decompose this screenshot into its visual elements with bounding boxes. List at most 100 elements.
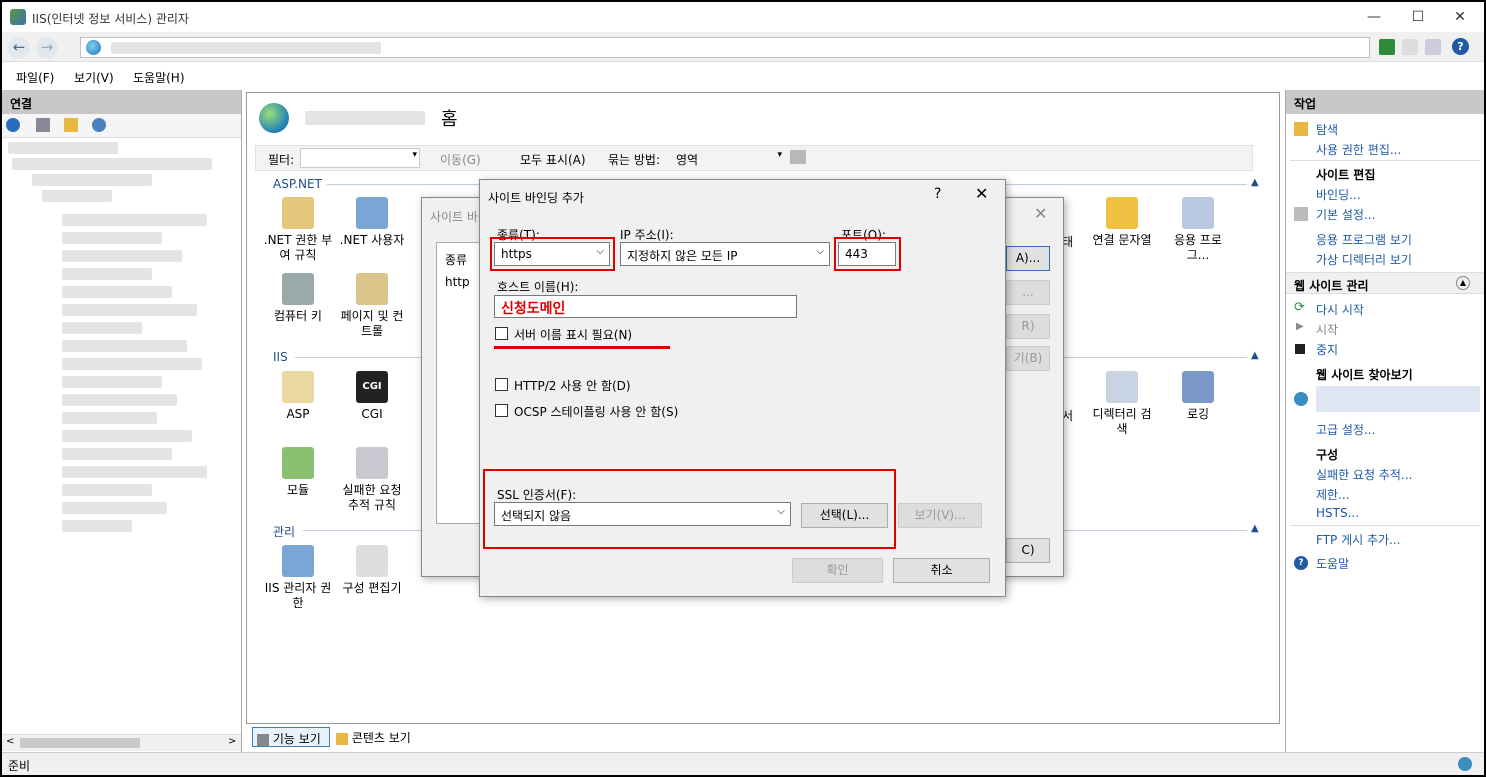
dialog-title: 사이트 바인딩 추가 xyxy=(488,191,584,205)
tile-cgi[interactable]: CGI CGI xyxy=(337,371,407,422)
tile-asp[interactable]: ASP xyxy=(263,371,333,422)
edit-permissions-link[interactable]: 사용 권한 편집... xyxy=(1316,141,1401,158)
basic-settings-link[interactable]: 기본 설정... xyxy=(1316,206,1375,223)
tile-connection-strings[interactable]: 연결 문자열 xyxy=(1087,197,1157,248)
site-globe-icon xyxy=(259,103,289,133)
group-by-select[interactable]: 영역 ▾ xyxy=(670,148,784,168)
bg-dialog-close[interactable]: ✕ xyxy=(1034,204,1047,223)
ip-address-select[interactable]: 지정하지 않은 모든 IP ⌵ xyxy=(620,242,830,266)
explore-icon xyxy=(1294,122,1308,136)
up-folder-icon[interactable] xyxy=(64,118,78,132)
view-applications-link[interactable]: 응용 프로그램 보기 xyxy=(1316,231,1412,248)
tile-directory-browsing[interactable]: 디렉터리 검색 xyxy=(1087,371,1157,437)
bg-add-button[interactable]: A)... xyxy=(1006,246,1050,271)
content-view-tab[interactable]: 콘텐츠 보기 xyxy=(334,727,424,747)
window-title: IIS(인터넷 정보 서비스) 관리자 xyxy=(32,12,189,26)
tile-net-authorization[interactable]: .NET 권한 부여 규칙 xyxy=(263,197,333,263)
menu-help[interactable]: 도움말(H) xyxy=(133,69,185,86)
host-name-input[interactable]: 신청도메인 xyxy=(494,295,797,318)
tile-modules[interactable]: 모듈 xyxy=(263,447,333,498)
horizontal-scrollbar[interactable]: < > xyxy=(2,734,241,751)
tile-configuration-editor[interactable]: 구성 편집기 xyxy=(337,545,407,596)
save-icon[interactable] xyxy=(36,118,50,132)
browse-url-link[interactable] xyxy=(1316,386,1480,412)
stop-link[interactable]: 중지 xyxy=(1316,341,1338,358)
advanced-settings-link[interactable]: 고급 설정... xyxy=(1316,421,1375,438)
tile-failed-request-tracing[interactable]: 실패한 요청 추적 규칙 xyxy=(337,447,407,513)
actions-pane: 작업 탐색 사용 권한 편집... 사이트 편집 바인딩... 기본 설정...… xyxy=(1285,90,1484,752)
asp-icon xyxy=(282,371,314,403)
sni-underline xyxy=(494,346,670,349)
tile-machine-key[interactable]: 컴퓨터 키 xyxy=(263,273,333,324)
menu-bar: 파일(F) 보기(V) 도움말(H) xyxy=(2,62,1484,90)
bg-browse-button[interactable]: 기(B) xyxy=(1006,346,1050,371)
address-field[interactable] xyxy=(80,37,1370,58)
explore-link[interactable]: 탐색 xyxy=(1316,121,1338,138)
go-button[interactable]: 이동(G) xyxy=(440,151,481,168)
title-bar: IIS(인터넷 정보 서비스) 관리자 — ☐ ✕ xyxy=(2,2,1484,32)
view-mode-icon[interactable] xyxy=(790,150,806,164)
hsts-link[interactable]: HSTS... xyxy=(1316,506,1359,520)
manager-permissions-icon xyxy=(282,545,314,577)
help-link[interactable]: 도움말 xyxy=(1316,555,1349,572)
highlight-port xyxy=(834,237,901,271)
connection-strings-icon xyxy=(1106,197,1138,229)
back-button[interactable]: ← xyxy=(8,37,30,59)
ocsp-label: OCSP 스테이플링 사용 안 함(S) xyxy=(514,405,679,419)
help-icon[interactable]: ? xyxy=(1452,38,1469,55)
http2-checkbox[interactable] xyxy=(495,378,508,391)
refresh-icon[interactable] xyxy=(1379,39,1395,55)
menu-view[interactable]: 보기(V) xyxy=(74,69,114,86)
dialog-close-button[interactable]: ✕ xyxy=(975,184,988,203)
add-ftp-publishing-link[interactable]: FTP 게시 추가... xyxy=(1316,531,1401,548)
dialog-help-button[interactable]: ? xyxy=(934,186,941,202)
collapse-iis-icon[interactable]: ▲ xyxy=(1251,350,1259,361)
filter-input[interactable]: ▾ xyxy=(300,148,420,168)
tile-pages-controls[interactable]: 페이지 및 컨트롤 xyxy=(337,273,407,339)
view-certificate-button[interactable]: 보기(V)... xyxy=(898,503,982,528)
failed-request-tracing-link[interactable]: 실패한 요청 추적... xyxy=(1316,466,1412,483)
connections-header: 연결 xyxy=(2,90,241,114)
browse-icon xyxy=(1294,392,1308,406)
manage-website-heading: 웹 사이트 관리 xyxy=(1294,279,1369,293)
connect-icon[interactable] xyxy=(6,118,20,132)
tile-net-users[interactable]: .NET 사용자 xyxy=(337,197,407,248)
view-virtual-directories-link[interactable]: 가상 디렉터리 보기 xyxy=(1316,251,1412,268)
cancel-button[interactable]: 취소 xyxy=(893,558,990,583)
forward-button[interactable]: → xyxy=(36,37,58,59)
restart-icon: ⟳ xyxy=(1294,300,1305,315)
menu-file[interactable]: 파일(F) xyxy=(16,69,54,86)
status-text: 준비 xyxy=(8,759,31,773)
collapse-aspnet-icon[interactable]: ▲ xyxy=(1251,177,1259,188)
start-link[interactable]: 시작 xyxy=(1316,321,1338,338)
iis-app-icon xyxy=(10,9,26,25)
close-window-button[interactable]: ✕ xyxy=(1438,5,1482,29)
show-all-button[interactable]: 모두 표시(A) xyxy=(520,151,586,168)
tile-app-settings[interactable]: 응용 프로그... xyxy=(1163,197,1233,263)
sni-checkbox[interactable] xyxy=(495,327,508,340)
page-title: 홈 xyxy=(441,109,458,130)
ok-button[interactable]: 확인 xyxy=(792,558,883,583)
http2-label: HTTP/2 사용 안 함(D) xyxy=(514,379,631,393)
features-view-tab[interactable]: 기능 보기 xyxy=(252,727,330,747)
bindings-link[interactable]: 바인딩... xyxy=(1316,186,1361,203)
tile-iis-manager-permissions[interactable]: IIS 관리자 권한 xyxy=(263,545,333,611)
bg-close-button[interactable]: C) xyxy=(1006,538,1050,563)
start-icon: ▶ xyxy=(1296,321,1304,332)
minimize-button[interactable]: — xyxy=(1352,5,1396,29)
network-status-icon xyxy=(1458,757,1472,771)
disconnect-icon[interactable] xyxy=(92,118,106,132)
logging-icon xyxy=(1182,371,1214,403)
limits-link[interactable]: 제한... xyxy=(1316,486,1350,503)
stop-icon[interactable] xyxy=(1402,39,1418,55)
maximize-button[interactable]: ☐ xyxy=(1396,5,1440,29)
home-icon[interactable] xyxy=(1425,39,1441,55)
bg-remove-button[interactable]: R) xyxy=(1006,314,1050,339)
ocsp-checkbox[interactable] xyxy=(495,404,508,417)
tile-logging[interactable]: 로깅 xyxy=(1163,371,1233,422)
features-view-icon xyxy=(257,733,269,746)
collapse-mgmt-icon[interactable]: ▲ xyxy=(1251,523,1259,534)
collapse-manage-icon[interactable]: ▲ xyxy=(1456,276,1470,290)
restart-link[interactable]: 다시 시작 xyxy=(1316,301,1364,318)
bg-edit-button[interactable]: ... xyxy=(1006,280,1050,305)
